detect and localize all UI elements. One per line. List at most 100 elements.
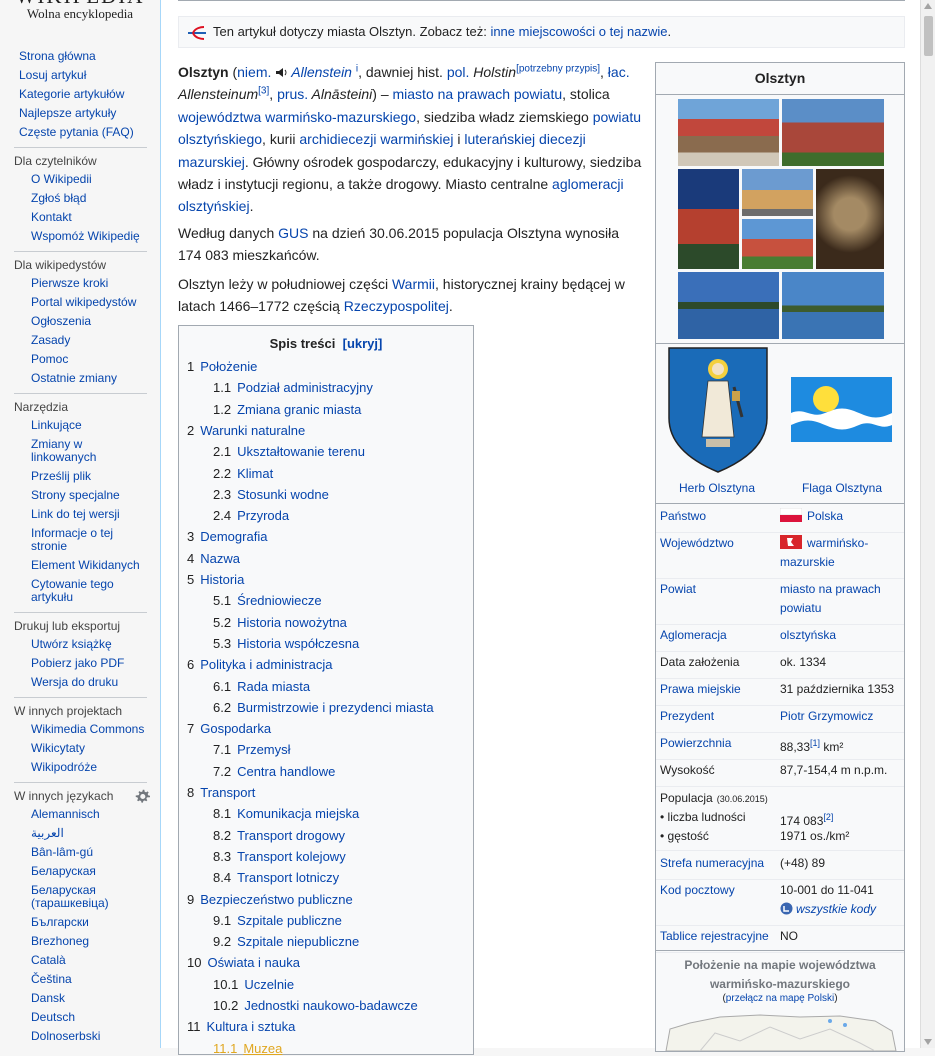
lang-link[interactable]: Bân-lâm-gú — [31, 846, 161, 859]
sidebar-item[interactable]: Portal wikipedystów — [31, 296, 161, 309]
sidebar-item[interactable]: Informacje o tej stronie — [31, 527, 141, 553]
sidebar-item[interactable]: Pierwsze kroki — [31, 277, 161, 290]
toc-item[interactable]: 11.1 Muzea — [213, 1041, 282, 1056]
sidebar-item[interactable]: Wersja do druku — [31, 676, 161, 689]
infobox-label[interactable]: Tablice rejestracyjne — [660, 927, 772, 946]
sidebar-item[interactable]: Wikimedia Commons — [31, 723, 161, 736]
infobox-value-text[interactable]: Polska — [807, 509, 843, 523]
lang-link[interactable]: Беларуская — [31, 865, 161, 878]
sidebar-item[interactable]: Ostatnie zmiany — [31, 372, 161, 385]
coat-of-arms-image[interactable] — [668, 347, 768, 473]
toc-item[interactable]: 10.1 Uczelnie — [213, 977, 294, 992]
toc-item[interactable]: 1.2 Zmiana granic miasta — [213, 402, 361, 417]
infobox-label[interactable]: Prawa miejskie — [660, 680, 772, 699]
scroll-up-arrow-icon[interactable] — [924, 3, 932, 9]
toc-item[interactable]: 2.3 Stosunki wodne — [213, 487, 329, 502]
toc-item[interactable]: 5 Historia — [187, 572, 244, 587]
toc-item[interactable]: 6.2 Burmistrzowie i prezydenci miasta — [213, 700, 434, 715]
location-map[interactable] — [660, 1011, 900, 1051]
lang-link[interactable]: العربية — [31, 827, 161, 840]
toc-item[interactable]: 5.3 Historia współczesna — [213, 636, 359, 651]
sidebar-item[interactable]: Cytowanie tego artykułu — [31, 578, 131, 604]
lang-link[interactable]: Deutsch — [31, 1011, 161, 1024]
flag-caption[interactable]: Flaga Olsztyna — [781, 481, 903, 495]
toc-item[interactable]: 10.2 Jednostki naukowo-badawcze — [213, 998, 418, 1013]
toc-item[interactable]: 8.2 Transport drogowy — [213, 828, 345, 843]
inline-link[interactable]: województwa warmińsko-mazurskiego — [178, 109, 416, 125]
sidebar-item[interactable]: Prześlij plik — [31, 470, 161, 483]
city-collage[interactable] — [678, 99, 884, 339]
sidebar-item[interactable]: Linkujące — [31, 419, 161, 432]
toc-item[interactable]: 10 Oświata i nauka — [187, 955, 300, 970]
nav-categories[interactable]: Kategorie artykułów — [19, 88, 149, 101]
reference-link[interactable]: [potrzebny przypis] — [516, 63, 600, 74]
inline-link[interactable]: łac. — [608, 64, 630, 80]
inline-link[interactable]: Rzeczypospolitej — [344, 298, 449, 314]
infobox-label[interactable]: Województwo — [660, 534, 772, 553]
toc-item[interactable]: 2 Warunki naturalne — [187, 423, 305, 438]
infobox-label[interactable]: Strefa numeracyjna — [660, 854, 772, 873]
sidebar-item[interactable]: Pomoc — [31, 353, 161, 366]
switch-to-poland-map-link[interactable]: przełącz na mapę Polski — [726, 993, 834, 1004]
inline-link[interactable]: prus. — [277, 86, 308, 102]
inline-link[interactable]: archidiecezji warmińskiej — [299, 131, 453, 147]
sidebar-item[interactable]: Link do tej wersji — [31, 508, 161, 521]
lang-link[interactable]: Brezhoneg — [31, 935, 161, 948]
infobox-value-text[interactable]: Piotr Grzymowicz — [780, 709, 873, 723]
flag-image[interactable] — [791, 377, 892, 442]
toc-item[interactable]: 4 Nazwa — [187, 551, 240, 566]
toc-item[interactable]: 9 Bezpieczeństwo publiczne — [187, 892, 353, 907]
vertical-scrollbar[interactable] — [920, 0, 935, 1048]
gear-icon[interactable] — [135, 789, 150, 804]
toc-item[interactable]: 1.1 Podział administracyjny — [213, 380, 373, 395]
toc-item[interactable]: 8.3 Transport kolejowy — [213, 849, 346, 864]
hatnote-link[interactable]: inne miejscowości o tej nazwie — [490, 24, 667, 39]
infobox-label[interactable]: Państwo — [660, 507, 772, 526]
toc-item[interactable]: 2.1 Ukształtowanie terenu — [213, 444, 365, 459]
scrollbar-thumb[interactable] — [924, 16, 933, 56]
toc-item[interactable]: 7 Gospodarka — [187, 721, 271, 736]
inline-link[interactable]: niem. — [237, 64, 271, 80]
toc-item[interactable]: 7.2 Centra handlowe — [213, 764, 335, 779]
toc-item[interactable]: 8.1 Komunikacja miejska — [213, 806, 359, 821]
toc-item[interactable]: 11 Kultura i sztuka — [187, 1019, 295, 1034]
toc-item[interactable]: 8 Transport — [187, 785, 255, 800]
toc-item[interactable]: 6 Polityka i administracja — [187, 657, 332, 672]
toc-item[interactable]: 5.2 Historia nowożytna — [213, 615, 347, 630]
infobox-value-text[interactable]: miasto na prawach powiatu — [780, 582, 881, 615]
lang-link[interactable]: Беларуская (тарашкевіца) — [31, 884, 143, 910]
all-postal-codes-link[interactable]: wszystkie kody — [796, 902, 876, 916]
scroll-down-arrow-icon[interactable] — [924, 1039, 932, 1045]
infobox-label[interactable]: Aglomeracja — [660, 626, 772, 645]
toc-item[interactable]: 9.1 Szpitale publiczne — [213, 913, 342, 928]
sidebar-item[interactable]: Element Wikidanych — [31, 559, 161, 572]
pronunciation-link[interactable]: Allenstein — [291, 64, 352, 80]
toc-item[interactable]: 1 Położenie — [187, 359, 257, 374]
lang-link[interactable]: Dansk — [31, 992, 161, 1005]
infobox-value-text[interactable]: olsztyńska — [780, 628, 836, 642]
sidebar-item[interactable]: Wikipodróże — [31, 761, 161, 774]
toc-item[interactable]: 5.1 Średniowiecze — [213, 593, 322, 608]
inline-link[interactable]: pol. — [447, 64, 470, 80]
sidebar-item[interactable]: Utwórz książkę — [31, 638, 161, 651]
lang-link[interactable]: Català — [31, 954, 161, 967]
coat-of-arms-caption[interactable]: Herb Olsztyna — [656, 481, 778, 495]
toc-item[interactable]: 8.4 Transport lotniczy — [213, 870, 339, 885]
sidebar-item[interactable]: Wikicytaty — [31, 742, 161, 755]
nav-faq[interactable]: Częste pytania (FAQ) — [19, 126, 149, 139]
wikipedia-logo[interactable]: WIKIPEDIA Wolna encyklopedia — [0, 0, 160, 40]
infobox-label[interactable]: Powierzchnia — [660, 734, 772, 753]
inline-link[interactable]: Warmii — [392, 276, 435, 292]
infobox-label[interactable]: Powiat — [660, 580, 772, 599]
sidebar-item[interactable]: Kontakt — [31, 211, 161, 224]
sidebar-item[interactable]: Strony specjalne — [31, 489, 161, 502]
toc-item[interactable]: 2.2 Klimat — [213, 466, 273, 481]
reference-link[interactable]: [2] — [823, 812, 833, 822]
lang-link[interactable]: Alemannisch — [31, 808, 161, 821]
toc-item[interactable]: 3 Demografia — [187, 529, 267, 544]
lang-link[interactable]: Български — [31, 916, 161, 929]
reference-link[interactable]: [1] — [810, 738, 820, 748]
infobox-label[interactable]: Prezydent — [660, 707, 772, 726]
toc-item[interactable]: 2.4 Przyroda — [213, 508, 289, 523]
nav-random-article[interactable]: Losuj artykuł — [19, 69, 149, 82]
